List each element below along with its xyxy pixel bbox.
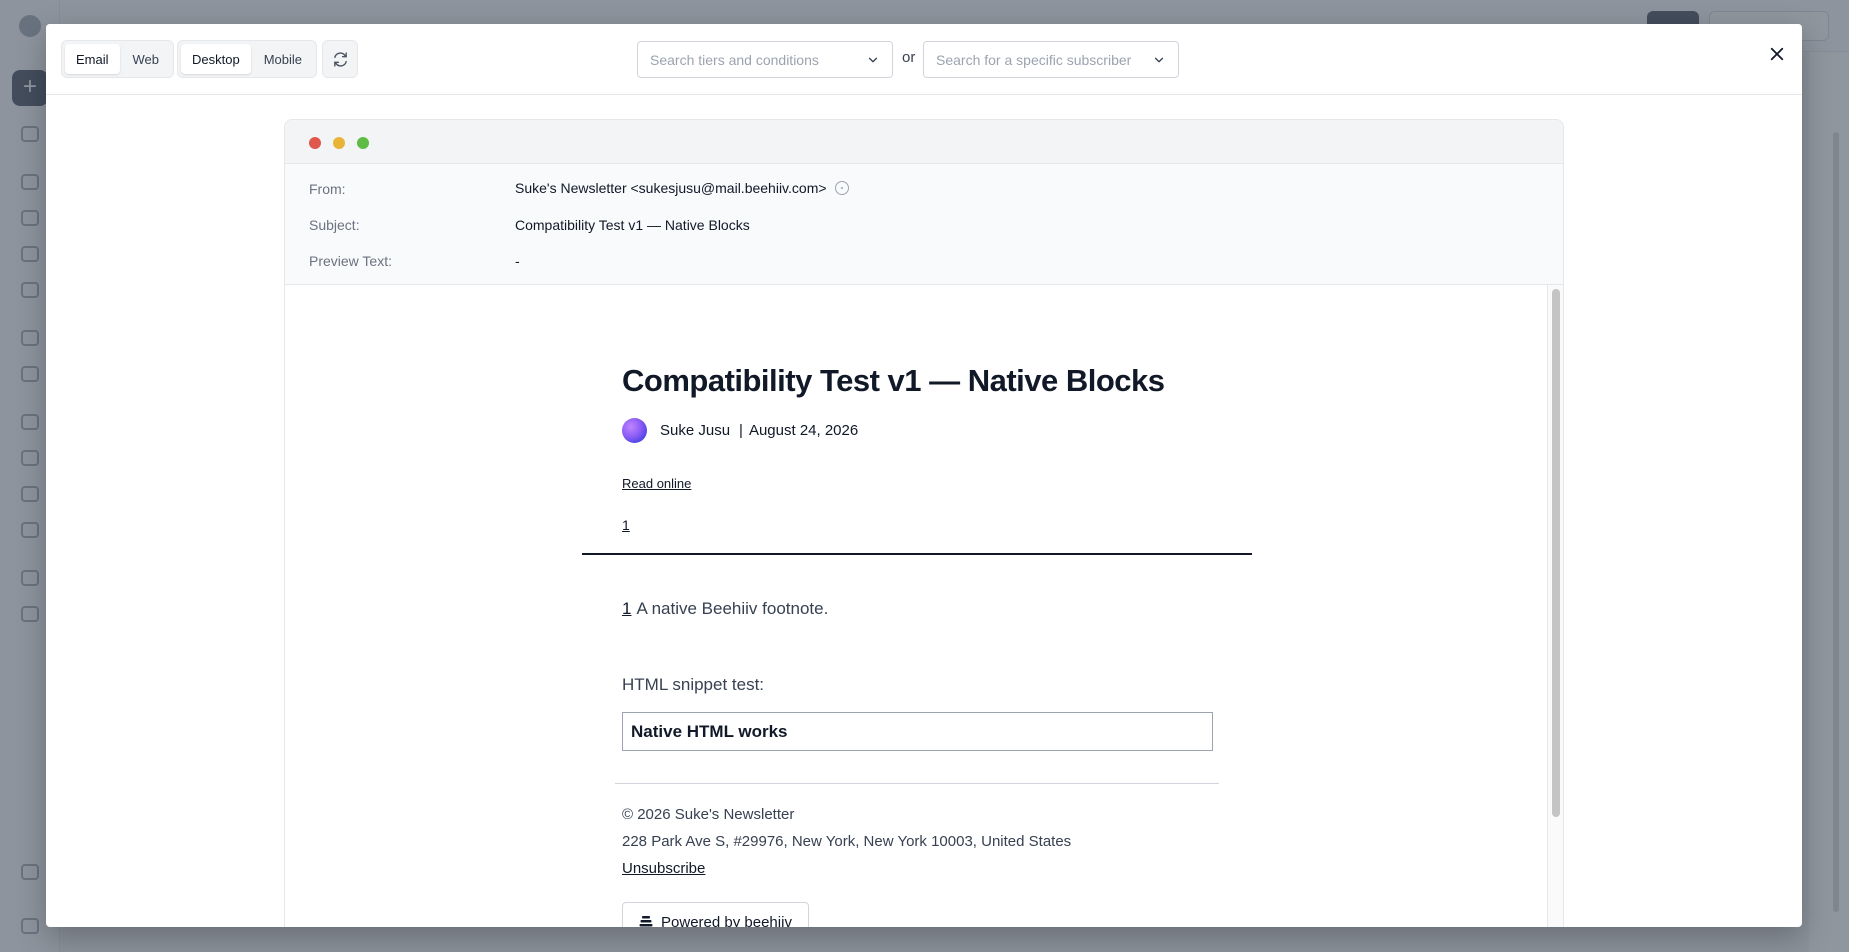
meta-subject-row: Subject: Compatibility Test v1 — Native …	[285, 213, 1563, 237]
refresh-icon	[333, 51, 347, 67]
meta-from-value-wrap: Suke's Newsletter <sukesjusu@mail.beehii…	[515, 180, 849, 196]
meta-from-value: Suke's Newsletter <sukesjusu@mail.beehii…	[515, 179, 827, 196]
read-online-link[interactable]: Read online	[622, 476, 691, 491]
meta-subject-label: Subject:	[309, 217, 360, 233]
preview-modal: Email Web Desktop Mobile Search tiers an…	[46, 24, 1802, 927]
snippet-label: HTML snippet test:	[622, 675, 765, 694]
post-title: Compatibility Test v1 — Native Blocks	[622, 363, 1165, 398]
footnote-reference-link[interactable]: 1	[622, 517, 630, 533]
meta-from-label: From:	[309, 181, 346, 197]
window-dot-red	[309, 137, 321, 149]
tiers-search-select[interactable]: Search tiers and conditions	[637, 41, 893, 78]
footer-address: 228 Park Ave S, #29976, New York, New Yo…	[622, 833, 1072, 850]
beehiiv-logo-icon	[639, 916, 653, 927]
view-mode-web[interactable]: Web	[122, 44, 171, 74]
window-title-bar	[285, 120, 1563, 164]
post-date: August 24, 2026	[748, 422, 859, 439]
tiers-search-placeholder: Search tiers and conditions	[650, 51, 819, 68]
email-preview-window: From: Suke's Newsletter <sukesjusu@mail.…	[284, 119, 1564, 927]
footnote-divider	[582, 553, 1252, 555]
meta-preview-row: Preview Text: -	[285, 249, 1563, 273]
device-mode-desktop[interactable]: Desktop	[181, 44, 251, 74]
info-dots-icon	[840, 186, 843, 189]
chevron-down-icon	[868, 57, 878, 62]
footnote-number-link[interactable]: 1	[622, 599, 631, 618]
info-icon[interactable]	[834, 180, 849, 195]
email-scrollbar-thumb[interactable]	[1552, 289, 1560, 817]
window-dot-yellow	[333, 137, 345, 149]
author-name: Suke Jusu	[660, 422, 731, 439]
or-label: or	[902, 49, 916, 66]
chevron-down-icon	[1154, 57, 1164, 62]
email-meta: From: Suke's Newsletter <sukesjusu@mail.…	[285, 164, 1563, 285]
byline: Suke Jusu | August 24, 2026	[622, 418, 858, 443]
footer-copyright: © 2026 Suke's Newsletter	[622, 806, 795, 823]
footnote: 1 A native Beehiiv footnote.	[622, 599, 828, 619]
footnote-text: A native Beehiiv footnote.	[636, 599, 829, 618]
close-icon	[1770, 47, 1784, 61]
html-snippet-box: Native HTML works	[622, 712, 1213, 751]
email-body: Compatibility Test v1 — Native Blocks Su…	[285, 285, 1550, 927]
window-dot-green	[357, 137, 369, 149]
powered-by-beehiiv-button[interactable]: Powered by beehiiv	[622, 902, 809, 927]
email-scrollbar[interactable]	[1547, 285, 1563, 927]
author-avatar	[622, 418, 647, 443]
footer-divider	[615, 783, 1219, 784]
view-mode-email[interactable]: Email	[65, 44, 120, 74]
subscriber-search-select[interactable]: Search for a specific subscriber	[923, 41, 1179, 78]
close-button[interactable]	[1764, 41, 1790, 67]
unsubscribe-link[interactable]: Unsubscribe	[622, 860, 705, 877]
meta-from-row: From: Suke's Newsletter <sukesjusu@mail.…	[285, 177, 1563, 201]
view-mode-toggle: Email Web	[61, 40, 175, 78]
refresh-button[interactable]	[322, 40, 358, 78]
meta-preview-label: Preview Text:	[309, 253, 392, 269]
powered-by-label: Powered by beehiiv	[661, 913, 792, 928]
byline-separator: |	[739, 422, 743, 439]
meta-preview-value: -	[515, 253, 520, 269]
preview-toolbar: Email Web Desktop Mobile Search tiers an…	[46, 24, 1802, 95]
device-mode-mobile[interactable]: Mobile	[253, 44, 313, 74]
device-mode-toggle: Desktop Mobile	[177, 40, 317, 78]
meta-subject-value: Compatibility Test v1 — Native Blocks	[515, 217, 750, 233]
subscriber-search-placeholder: Search for a specific subscriber	[936, 51, 1132, 68]
